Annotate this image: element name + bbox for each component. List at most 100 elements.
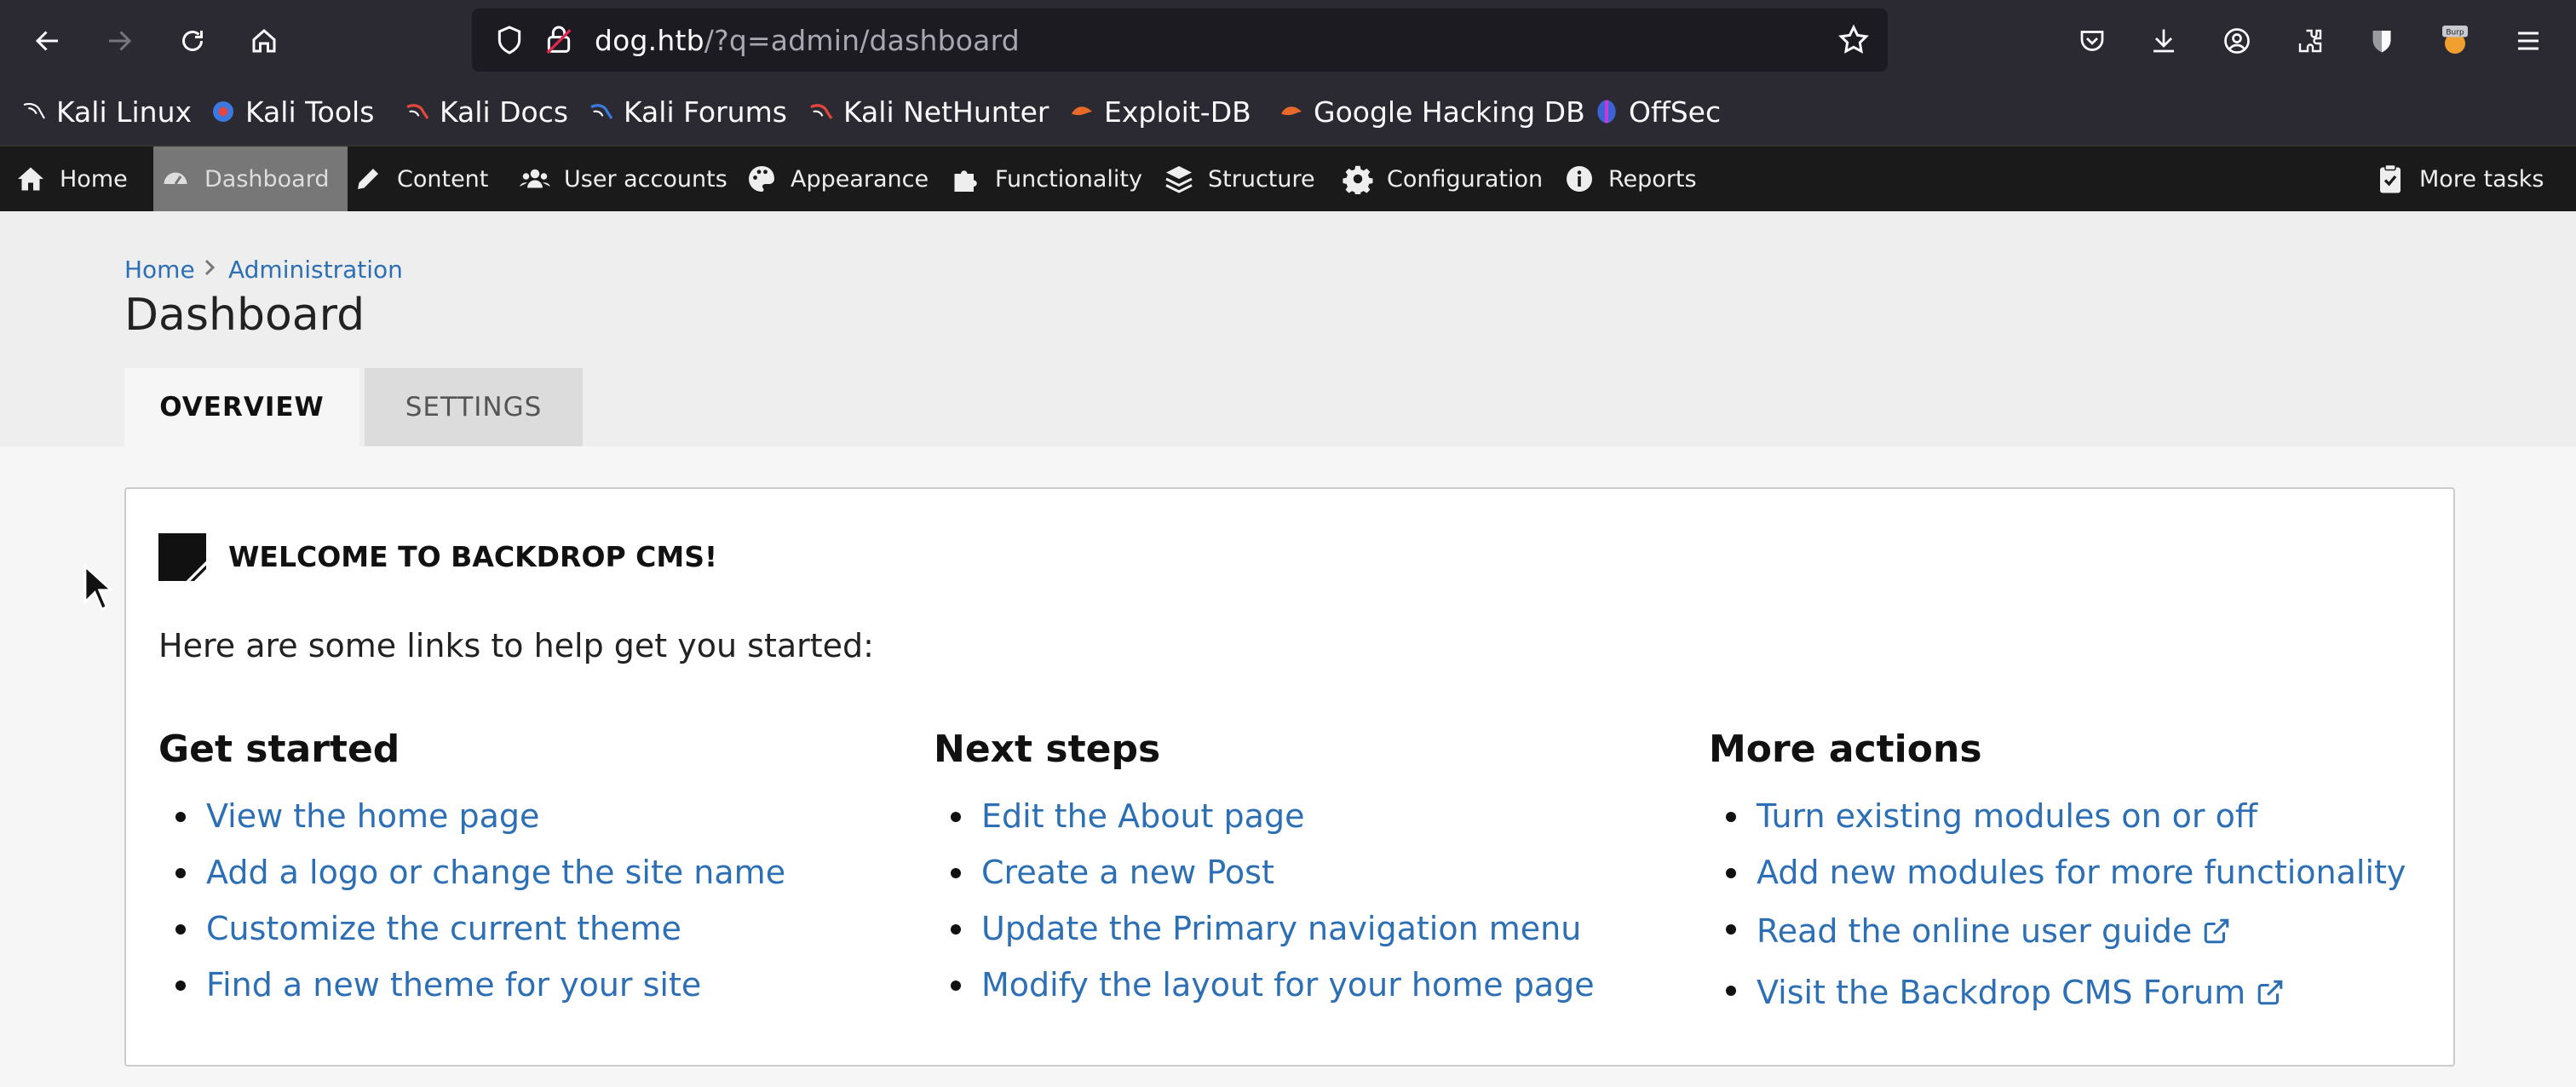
adminbar-reports[interactable]: Reports	[1564, 147, 1697, 211]
adminbar-label: More tasks	[2419, 165, 2544, 193]
offsec-icon	[1597, 100, 1616, 124]
link-forum[interactable]: Visit the Backdrop CMS Forum	[1709, 962, 2406, 1023]
users-icon	[520, 169, 550, 188]
adminbar-more-tasks[interactable]: More tasks	[2375, 147, 2544, 211]
url-bar[interactable]: dog.htb/?q=admin/dashboard	[472, 9, 1888, 72]
adminbar-label: Functionality	[995, 165, 1142, 193]
url-path: /?q=admin/dashboard	[704, 24, 1020, 57]
link-find-theme[interactable]: Find a new theme for your site	[158, 957, 785, 1013]
bookmark-kali-docs[interactable]: Kali Docs	[404, 92, 568, 131]
shield-extension-button[interactable]	[2360, 19, 2404, 63]
kali-dragon-icon	[23, 102, 45, 119]
bookmark-label: Google Hacking DB	[1314, 95, 1585, 129]
house-icon	[252, 29, 276, 53]
extensions-button[interactable]	[2288, 19, 2332, 63]
home-icon	[18, 167, 43, 191]
ublock-shield-icon	[2372, 31, 2391, 53]
adminbar-appearance[interactable]: Appearance	[746, 147, 929, 211]
burp-extension-button[interactable]: Burp	[2433, 19, 2477, 63]
forward-button[interactable]	[97, 19, 141, 63]
external-link-icon	[2257, 980, 2283, 1005]
bookmark-label: Kali NetHunter	[843, 95, 1049, 129]
adminbar-dashboard[interactable]: Dashboard	[153, 147, 348, 211]
reload-icon	[182, 31, 203, 51]
adminbar-user-accounts[interactable]: User accounts	[520, 147, 727, 211]
adminbar-label: User accounts	[564, 165, 727, 193]
column-heading: Get started	[158, 728, 400, 771]
admin-bar: Home Dashboard Content User accounts App…	[0, 145, 2576, 211]
mouse-cursor-icon	[83, 564, 112, 612]
link-label: Visit the Backdrop CMS Forum	[1757, 974, 2246, 1011]
clipboard-check-icon	[2380, 164, 2401, 193]
bookmark-kali-forums[interactable]: Kali Forums	[588, 92, 787, 131]
back-button[interactable]	[26, 19, 70, 63]
link-label: Read the online user guide	[1757, 912, 2193, 950]
bookmark-label: Kali Tools	[245, 95, 375, 129]
link-modules-on-off[interactable]: Turn existing modules on or off	[1709, 788, 2406, 844]
home-button[interactable]	[242, 19, 286, 63]
pocket-icon	[2080, 31, 2104, 51]
palette-icon	[749, 166, 774, 192]
kali-docs-icon	[406, 104, 429, 119]
bookmark-exploit-db[interactable]: Exploit-DB	[1068, 92, 1251, 131]
bookmark-kali-tools[interactable]: Kali Tools	[210, 92, 374, 131]
page-title: Dashboard	[124, 290, 365, 341]
account-button[interactable]	[2215, 19, 2259, 63]
adminbar-label: Structure	[1208, 165, 1315, 193]
link-user-guide[interactable]: Read the online user guide	[1709, 900, 2406, 962]
column-next-steps: Next steps Edit the About page Create a …	[934, 728, 1595, 1013]
link-create-post[interactable]: Create a new Post	[934, 844, 1595, 900]
exploit-db-icon	[1072, 106, 1092, 116]
bookmark-label: Exploit-DB	[1104, 95, 1251, 129]
bookmark-kali-nethunter[interactable]: Kali NetHunter	[808, 92, 1049, 131]
url-host: dog.htb	[595, 24, 704, 57]
link-view-home-page[interactable]: View the home page	[158, 788, 785, 844]
hamburger-menu-icon	[2518, 32, 2539, 50]
pocket-button[interactable]	[2070, 19, 2114, 63]
column-heading: Next steps	[934, 728, 1161, 771]
downloads-button[interactable]	[2142, 19, 2186, 63]
kali-nethunter-icon	[810, 104, 833, 119]
burp-icon: Burp	[2442, 26, 2468, 54]
column-heading: More actions	[1709, 728, 1982, 771]
pencil-icon	[358, 169, 378, 189]
bookmark-offsec[interactable]: OffSec	[1593, 92, 1721, 131]
reload-button[interactable]	[170, 19, 215, 63]
link-modify-layout[interactable]: Modify the layout for your home page	[934, 957, 1595, 1013]
adminbar-label: Home	[60, 165, 128, 193]
adminbar-configuration[interactable]: Configuration	[1343, 147, 1543, 211]
insecure-lock-icon[interactable]	[542, 23, 576, 57]
column-get-started: Get started View the home page Add a log…	[158, 728, 785, 1013]
link-add-modules[interactable]: Add new modules for more functionality	[1709, 844, 2406, 900]
welcome-title: WELCOME TO BACKDROP CMS!	[228, 540, 718, 573]
bookmark-star-icon[interactable]	[1837, 23, 1871, 57]
bookmark-kali-linux[interactable]: Kali Linux	[20, 92, 192, 131]
bookmark-label: Kali Docs	[440, 95, 569, 129]
bookmarks-bar: Kali Linux Kali Tools Kali Docs Kali For…	[0, 80, 2576, 145]
breadcrumb-home[interactable]: Home	[124, 256, 195, 284]
browser-toolbar: dog.htb/?q=admin/dashboard Burp	[0, 0, 2576, 80]
layers-icon	[1165, 166, 1193, 193]
forward-arrow-icon	[109, 31, 132, 51]
link-edit-about[interactable]: Edit the About page	[934, 788, 1595, 844]
tab-settings[interactable]: SETTINGS	[365, 368, 583, 446]
link-update-primary-nav[interactable]: Update the Primary navigation menu	[934, 900, 1595, 957]
adminbar-content[interactable]: Content	[353, 147, 488, 211]
url-text[interactable]: dog.htb/?q=admin/dashboard	[595, 24, 1020, 57]
tab-overview[interactable]: OVERVIEW	[124, 368, 359, 446]
bookmark-label: Kali Forums	[624, 95, 787, 129]
link-customize-theme[interactable]: Customize the current theme	[158, 900, 785, 957]
adminbar-structure[interactable]: Structure	[1164, 147, 1315, 211]
menu-button[interactable]	[2506, 19, 2550, 63]
adminbar-label: Reports	[1608, 165, 1697, 193]
bookmark-google-hacking-db[interactable]: Google Hacking DB	[1278, 92, 1585, 131]
adminbar-home[interactable]: Home	[15, 147, 138, 211]
welcome-intro: Here are some links to help get you star…	[158, 627, 874, 664]
adminbar-functionality[interactable]: Functionality	[951, 147, 1142, 211]
adminbar-label: Content	[397, 165, 489, 193]
gear-icon	[1343, 165, 1373, 194]
link-add-logo[interactable]: Add a logo or change the site name	[158, 844, 785, 900]
breadcrumb-administration[interactable]: Administration	[228, 256, 403, 284]
dashboard-icon	[164, 172, 187, 185]
backdrop-logo-icon	[158, 533, 206, 581]
